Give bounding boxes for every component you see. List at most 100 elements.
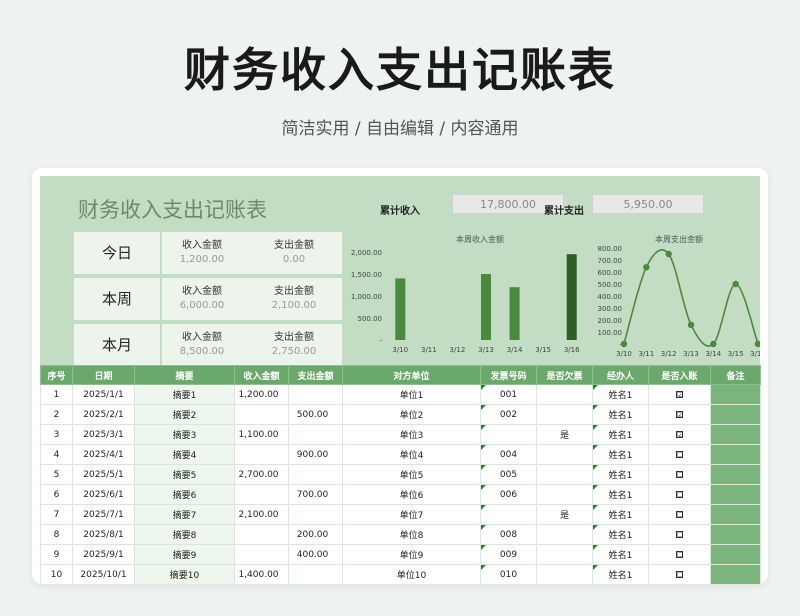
handler-cell[interactable]: 姓名1 xyxy=(592,564,649,584)
income-cell[interactable] xyxy=(234,544,289,565)
header-col-counterparty[interactable]: 对方单位 xyxy=(342,365,481,385)
note-cell[interactable] xyxy=(710,424,761,445)
checkbox[interactable]: ☑ xyxy=(676,430,683,438)
invoice-owed-cell[interactable] xyxy=(536,464,593,485)
counterparty-cell[interactable]: 单位7 xyxy=(342,504,481,525)
counterparty-cell[interactable]: 单位3 xyxy=(342,424,481,445)
invoice-owed-cell[interactable] xyxy=(536,544,593,565)
invoice-no-cell[interactable] xyxy=(480,424,537,445)
expense-cell[interactable]: 400.00 xyxy=(288,544,343,565)
income-cell[interactable] xyxy=(234,484,289,505)
income-cell[interactable]: 1,200.00 xyxy=(234,384,289,405)
header-col-handler[interactable]: 经办人 xyxy=(592,365,649,385)
counterparty-cell[interactable]: 单位9 xyxy=(342,544,481,565)
recorded-checkbox[interactable]: ☐ xyxy=(648,524,711,545)
checkbox[interactable]: ☐ xyxy=(676,550,683,558)
counterparty-cell[interactable]: 单位5 xyxy=(342,464,481,485)
index-cell[interactable]: 9 xyxy=(40,544,73,565)
invoice-no-cell[interactable]: 002 xyxy=(480,404,537,425)
invoice-owed-cell[interactable] xyxy=(536,524,593,545)
recorded-checkbox[interactable]: ☐ xyxy=(648,444,711,465)
handler-cell[interactable]: 姓名1 xyxy=(592,544,649,565)
summary-cell[interactable]: 摘要6 xyxy=(134,484,235,505)
invoice-no-cell[interactable]: 009 xyxy=(480,544,537,565)
recorded-checkbox[interactable]: ☐ xyxy=(648,504,711,525)
index-cell[interactable]: 3 xyxy=(40,424,73,445)
note-cell[interactable] xyxy=(710,444,761,465)
invoice-owed-cell[interactable]: 是 xyxy=(536,424,593,445)
date-cell[interactable]: 2025/9/1 xyxy=(72,544,135,565)
expense-cell[interactable] xyxy=(288,504,343,525)
checkbox[interactable]: ☐ xyxy=(676,450,683,458)
date-cell[interactable]: 2025/6/1 xyxy=(72,484,135,505)
note-cell[interactable] xyxy=(710,564,761,584)
counterparty-cell[interactable]: 单位10 xyxy=(342,564,481,584)
expense-cell[interactable] xyxy=(288,424,343,445)
handler-cell[interactable]: 姓名1 xyxy=(592,404,649,425)
income-cell[interactable]: 2,700.00 xyxy=(234,464,289,485)
recorded-checkbox[interactable]: ☐ xyxy=(648,564,711,584)
header-col-income[interactable]: 收入金额 xyxy=(234,365,289,385)
income-cell[interactable]: 2,100.00 xyxy=(234,504,289,525)
invoice-owed-cell[interactable]: 是 xyxy=(536,504,593,525)
summary-cell[interactable]: 摘要9 xyxy=(134,544,235,565)
recorded-checkbox[interactable]: ☐ xyxy=(648,544,711,565)
expense-cell[interactable] xyxy=(288,564,343,584)
index-cell[interactable]: 6 xyxy=(40,484,73,505)
recorded-checkbox[interactable]: ☑ xyxy=(648,384,711,405)
invoice-owed-cell[interactable] xyxy=(536,564,593,584)
expense-cell[interactable] xyxy=(288,464,343,485)
income-cell[interactable]: 1,400.00 xyxy=(234,564,289,584)
header-col-expense[interactable]: 支出金额 xyxy=(288,365,343,385)
handler-cell[interactable]: 姓名1 xyxy=(592,444,649,465)
summary-cell[interactable]: 摘要3 xyxy=(134,424,235,445)
income-cell[interactable] xyxy=(234,524,289,545)
note-cell[interactable] xyxy=(710,404,761,425)
income-cell[interactable]: 1,100.00 xyxy=(234,424,289,445)
checkbox[interactable]: ☑ xyxy=(676,410,683,418)
summary-cell[interactable]: 摘要10 xyxy=(134,564,235,584)
handler-cell[interactable]: 姓名1 xyxy=(592,504,649,525)
checkbox[interactable]: ☐ xyxy=(676,570,683,578)
header-col-note[interactable]: 备注 xyxy=(710,365,761,385)
recorded-checkbox[interactable]: ☑ xyxy=(648,404,711,425)
summary-cell[interactable]: 摘要5 xyxy=(134,464,235,485)
invoice-no-cell[interactable] xyxy=(480,504,537,525)
note-cell[interactable] xyxy=(710,464,761,485)
index-cell[interactable]: 2 xyxy=(40,404,73,425)
invoice-owed-cell[interactable] xyxy=(536,404,593,425)
summary-cell[interactable]: 摘要4 xyxy=(134,444,235,465)
note-cell[interactable] xyxy=(710,504,761,525)
invoice-owed-cell[interactable] xyxy=(536,384,593,405)
handler-cell[interactable]: 姓名1 xyxy=(592,524,649,545)
counterparty-cell[interactable]: 单位8 xyxy=(342,524,481,545)
invoice-no-cell[interactable]: 006 xyxy=(480,484,537,505)
index-cell[interactable]: 1 xyxy=(40,384,73,405)
invoice-no-cell[interactable]: 001 xyxy=(480,384,537,405)
invoice-no-cell[interactable]: 005 xyxy=(480,464,537,485)
note-cell[interactable] xyxy=(710,524,761,545)
header-col-invoice-no[interactable]: 发票号码 xyxy=(480,365,537,385)
date-cell[interactable]: 2025/10/1 xyxy=(72,564,135,584)
counterparty-cell[interactable]: 单位6 xyxy=(342,484,481,505)
expense-cell[interactable] xyxy=(288,384,343,405)
header-col-index[interactable]: 序号 xyxy=(40,365,73,385)
invoice-owed-cell[interactable] xyxy=(536,484,593,505)
checkbox[interactable]: ☐ xyxy=(676,490,683,498)
expense-cell[interactable]: 500.00 xyxy=(288,404,343,425)
invoice-no-cell[interactable]: 010 xyxy=(480,564,537,584)
invoice-no-cell[interactable]: 004 xyxy=(480,444,537,465)
note-cell[interactable] xyxy=(710,384,761,405)
counterparty-cell[interactable]: 单位1 xyxy=(342,384,481,405)
recorded-checkbox[interactable]: ☐ xyxy=(648,484,711,505)
date-cell[interactable]: 2025/2/1 xyxy=(72,404,135,425)
date-cell[interactable]: 2025/8/1 xyxy=(72,524,135,545)
handler-cell[interactable]: 姓名1 xyxy=(592,384,649,405)
date-cell[interactable]: 2025/3/1 xyxy=(72,424,135,445)
date-cell[interactable]: 2025/5/1 xyxy=(72,464,135,485)
note-cell[interactable] xyxy=(710,484,761,505)
summary-cell[interactable]: 摘要7 xyxy=(134,504,235,525)
income-cell[interactable] xyxy=(234,444,289,465)
summary-cell[interactable]: 摘要2 xyxy=(134,404,235,425)
checkbox[interactable]: ☐ xyxy=(676,470,683,478)
